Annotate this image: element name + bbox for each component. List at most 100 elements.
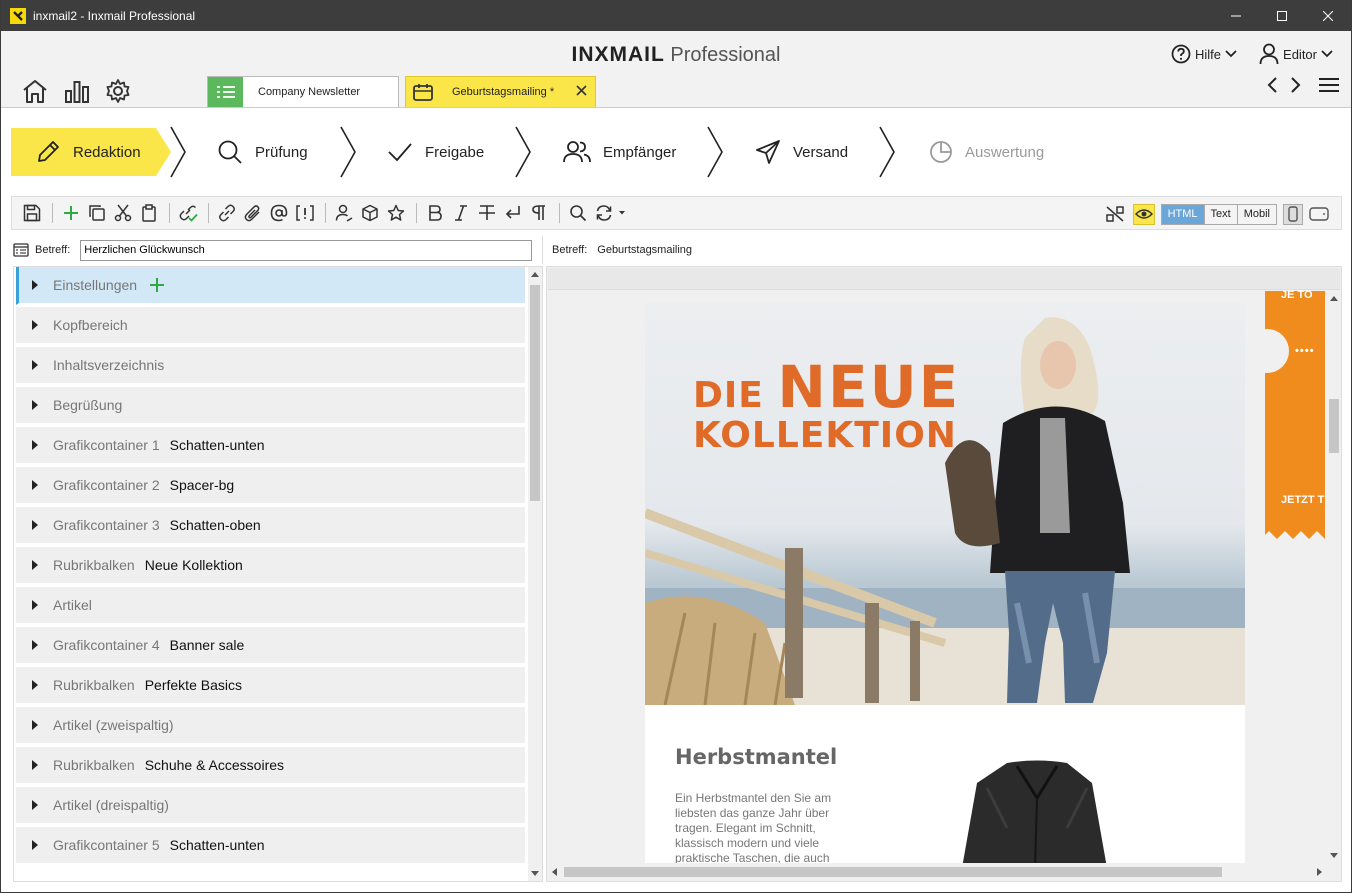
step-versand[interactable]: Versand [755, 128, 848, 176]
refresh-dropdown[interactable] [618, 201, 626, 225]
device-tablet-button[interactable] [1309, 207, 1329, 221]
main-menu-button[interactable] [1319, 77, 1339, 98]
tab-company-newsletter[interactable]: Company Newsletter [207, 76, 399, 107]
strikethrough-button[interactable] [475, 201, 499, 225]
bold-button[interactable] [423, 201, 447, 225]
scroll-down-icon[interactable] [1330, 853, 1338, 858]
expand-arrow-icon[interactable] [32, 280, 38, 290]
expand-arrow-icon[interactable] [32, 440, 38, 450]
paragraph-button[interactable] [527, 201, 551, 225]
close-icon [576, 85, 587, 96]
structure-row[interactable]: Kopfbereich [16, 307, 525, 345]
expand-arrow-icon[interactable] [32, 560, 38, 570]
favorite-button[interactable] [384, 201, 408, 225]
subject-input[interactable] [80, 239, 533, 261]
structure-row[interactable]: Rubrikbalken Neue Kollektion [16, 547, 525, 585]
find-button[interactable] [566, 201, 590, 225]
hero-image: DIE NEUE KOLLEKTION [645, 303, 1245, 705]
settings-button[interactable] [105, 78, 131, 109]
device-phone-button[interactable] [1283, 203, 1303, 225]
preview-vertical-scrollbar[interactable] [1327, 291, 1341, 863]
scrollbar-thumb[interactable] [564, 867, 1222, 877]
structure-row[interactable]: Grafikcontainer 3 Schatten-oben [16, 507, 525, 545]
expand-arrow-icon[interactable] [32, 600, 38, 610]
scroll-down-icon[interactable] [531, 871, 539, 876]
scrollbar-thumb[interactable] [530, 285, 540, 501]
expand-arrow-icon[interactable] [32, 360, 38, 370]
ribbon-cta-text: JETZT T [1281, 494, 1325, 506]
structure-row[interactable]: Grafikcontainer 5 Schatten-unten [16, 827, 525, 865]
step-chevron-icon [170, 126, 186, 178]
step-empfaenger[interactable]: Empfänger [563, 128, 676, 176]
step-redaktion[interactable]: Redaktion [11, 128, 171, 176]
paste-button[interactable] [137, 201, 161, 225]
maximize-button[interactable] [1259, 0, 1305, 31]
preview-toggle-button[interactable] [1132, 203, 1155, 225]
italic-button[interactable] [449, 201, 473, 225]
structure-row[interactable]: Grafikcontainer 2 Spacer-bg [16, 467, 525, 505]
minimize-button[interactable] [1213, 0, 1259, 31]
strikethrough-icon [479, 205, 495, 220]
insert-email-button[interactable] [267, 201, 291, 225]
scroll-up-icon[interactable] [1330, 296, 1338, 301]
scrollbar-thumb[interactable] [1329, 399, 1339, 453]
save-button[interactable] [20, 201, 44, 225]
responsive-toggle-button[interactable] [1103, 202, 1127, 226]
structure-row[interactable]: Rubrikbalken Schuhe & Accessoires [16, 747, 525, 785]
module-button[interactable] [358, 201, 382, 225]
close-tab-button[interactable] [576, 85, 587, 99]
expand-arrow-icon[interactable] [32, 800, 38, 810]
expand-arrow-icon[interactable] [32, 520, 38, 530]
step-pruefung[interactable]: Prüfung [217, 128, 308, 176]
structure-row[interactable]: Begrüßung [16, 387, 525, 425]
structure-row[interactable]: Grafikcontainer 4 Banner sale [16, 627, 525, 665]
line-break-button[interactable] [501, 201, 525, 225]
calendar-icon [406, 83, 440, 101]
copy-button[interactable] [85, 201, 109, 225]
scroll-left-icon[interactable] [552, 868, 557, 876]
structure-row[interactable]: Grafikcontainer 1 Schatten-unten [16, 427, 525, 465]
link-check-button[interactable] [176, 201, 200, 225]
user-menu[interactable]: Editor [1259, 43, 1337, 65]
refresh-button[interactable] [592, 201, 616, 225]
help-menu[interactable]: Hilfe [1171, 44, 1241, 64]
expand-arrow-icon[interactable] [32, 320, 38, 330]
back-button[interactable] [1267, 77, 1279, 98]
personalize-button[interactable] [332, 201, 356, 225]
statistics-button[interactable] [63, 78, 91, 109]
scroll-up-icon[interactable] [531, 272, 539, 277]
insert-link-button[interactable] [215, 201, 239, 225]
step-freigabe[interactable]: Freigabe [387, 128, 484, 176]
tab-geburtstagsmailing[interactable]: Geburtstagsmailing * [405, 76, 596, 107]
home-button[interactable] [21, 78, 49, 109]
structure-row[interactable]: Inhaltsverzeichnis [16, 347, 525, 385]
expand-arrow-icon[interactable] [32, 480, 38, 490]
pencil-icon [35, 139, 61, 165]
add-child-button[interactable] [149, 277, 165, 293]
forward-button[interactable] [1289, 77, 1301, 98]
scroll-right-icon[interactable] [1317, 868, 1322, 876]
attachment-button[interactable] [241, 201, 265, 225]
structure-row[interactable]: Einstellungen [16, 267, 525, 305]
add-element-button[interactable] [59, 201, 83, 225]
expand-arrow-icon[interactable] [32, 400, 38, 410]
view-mobile-button[interactable]: Mobil [1237, 204, 1276, 224]
placeholder-button[interactable] [293, 201, 317, 225]
expand-arrow-icon[interactable] [32, 760, 38, 770]
structure-scrollbar[interactable] [528, 267, 542, 881]
view-text-button[interactable]: Text [1204, 204, 1238, 224]
expand-arrow-icon[interactable] [32, 720, 38, 730]
expand-arrow-icon[interactable] [32, 640, 38, 650]
view-html-button[interactable]: HTML [1161, 204, 1205, 224]
structure-row[interactable]: Artikel (zweispaltig) [16, 707, 525, 745]
row-type-label: Inhaltsverzeichnis [53, 357, 165, 373]
expand-arrow-icon[interactable] [32, 840, 38, 850]
structure-row[interactable]: Rubrikbalken Perfekte Basics [16, 667, 525, 705]
structure-row[interactable]: Artikel (dreispaltig) [16, 787, 525, 825]
subject-preview-label: Betreff: [552, 244, 588, 256]
expand-arrow-icon[interactable] [32, 680, 38, 690]
close-window-button[interactable] [1305, 0, 1351, 31]
preview-horizontal-scrollbar[interactable] [548, 865, 1326, 879]
structure-row[interactable]: Artikel [16, 587, 525, 625]
cut-button[interactable] [111, 201, 135, 225]
